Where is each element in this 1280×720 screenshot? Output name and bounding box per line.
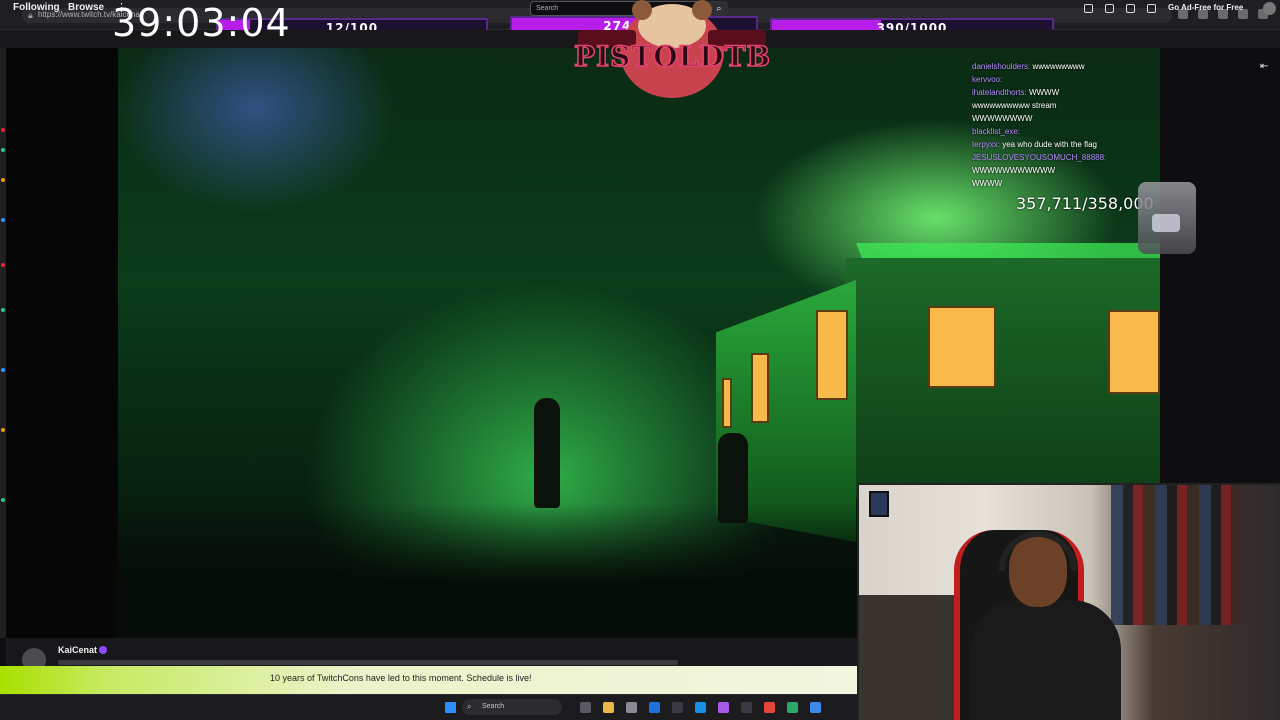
scene-performer bbox=[534, 398, 560, 508]
edge-icon[interactable] bbox=[695, 702, 706, 713]
bits-icon[interactable] bbox=[1147, 4, 1156, 13]
chat-text: wwwwwwwwww stream bbox=[972, 101, 1057, 110]
screen: 🔒︎ https://www.twitch.tv/kaicenat 12/100… bbox=[0, 0, 1280, 720]
sidebar-channel-dot[interactable] bbox=[1, 148, 5, 152]
chat-username[interactable]: blacklist_exe: bbox=[972, 127, 1020, 136]
goal-counter: 357,711/358,000 bbox=[1016, 194, 1154, 213]
nav-icon-group bbox=[1084, 4, 1156, 13]
goal-jar-icon bbox=[1138, 182, 1196, 254]
channel-name[interactable]: KaiCenat bbox=[58, 645, 97, 655]
chat-text: WWWWWWWWWWW bbox=[972, 166, 1056, 175]
sidebar-channel-dot[interactable] bbox=[1, 128, 5, 132]
outlook-icon[interactable] bbox=[649, 702, 660, 713]
app-icon[interactable] bbox=[718, 702, 729, 713]
chat-username[interactable]: kervvoo: bbox=[972, 75, 1002, 84]
app-icon[interactable] bbox=[810, 702, 821, 713]
whispers-icon[interactable] bbox=[1126, 4, 1135, 13]
chat-username[interactable]: danielshoulders: bbox=[972, 62, 1032, 71]
stream-title-placeholder bbox=[58, 660, 678, 665]
scene-window bbox=[928, 306, 996, 388]
collapse-chat-icon[interactable]: ⇤ bbox=[1260, 61, 1268, 72]
chat-username[interactable]: JESUSLOVESYOUSOMUCH_88888: bbox=[972, 153, 1106, 162]
windows-start-icon[interactable] bbox=[445, 702, 456, 713]
sidebar-channel-dot[interactable] bbox=[1, 263, 5, 267]
stream-timer: 39:03:04 bbox=[112, 1, 291, 45]
chat-message: wwwwwwwwww stream bbox=[972, 99, 1152, 112]
chat-text: yea who dude with the flag bbox=[1002, 140, 1097, 149]
webcam-streamer-body bbox=[971, 600, 1121, 720]
task-view-icon[interactable] bbox=[580, 702, 591, 713]
chat-username[interactable]: terpyxx: bbox=[972, 140, 1002, 149]
webcam-picture-frame bbox=[869, 491, 889, 517]
nav-following-link[interactable]: Following bbox=[13, 2, 60, 13]
sidebar-channel-dot[interactable] bbox=[1, 178, 5, 182]
webcam-bed bbox=[859, 595, 959, 720]
verified-badge-icon bbox=[99, 646, 107, 654]
chat-message: WWWWWWWW bbox=[972, 112, 1152, 125]
chat-text: WWWWWWWW bbox=[972, 114, 1033, 123]
go-ad-free-button[interactable]: Go Ad-Free for Free bbox=[1168, 3, 1243, 12]
sidebar-channel-dot[interactable] bbox=[1, 498, 5, 502]
inbox-icon[interactable] bbox=[1105, 4, 1114, 13]
scene-window bbox=[751, 353, 769, 423]
video-letterbox bbox=[6, 48, 118, 638]
file-explorer-icon[interactable] bbox=[603, 702, 614, 713]
chat-message: WWWWWWWWWWW bbox=[972, 164, 1152, 177]
taskbar-search-input[interactable]: Search bbox=[462, 699, 562, 715]
scene-performer bbox=[718, 433, 748, 523]
scene-window bbox=[1108, 310, 1160, 394]
app-icon[interactable] bbox=[626, 702, 637, 713]
chat-message: blacklist_exe: bbox=[972, 125, 1152, 138]
chat-message: kervvoo: bbox=[972, 73, 1152, 86]
twitchcon-banner-text[interactable]: 10 years of TwitchCons have led to this … bbox=[0, 673, 857, 683]
sidebar-channel-dot[interactable] bbox=[1, 308, 5, 312]
chat-message: ihatelandthorts: WWWW bbox=[972, 86, 1152, 99]
chat-overlay: danielshoulders: wwwwwwwww kervvoo: ihate… bbox=[972, 60, 1152, 190]
search-icon: ⌕ bbox=[467, 702, 472, 711]
chat-message: WWWW bbox=[972, 177, 1152, 190]
webcam-clothing-rack bbox=[1111, 485, 1241, 625]
sidebar-channel-dot[interactable] bbox=[1, 368, 5, 372]
taskbar-app-icons bbox=[580, 702, 821, 713]
chrome-icon[interactable] bbox=[764, 702, 775, 713]
sidebar-channel-dot[interactable] bbox=[1, 428, 5, 432]
app-icon[interactable] bbox=[672, 702, 683, 713]
chat-text: WWWW bbox=[1028, 88, 1060, 97]
chat-message: JESUSLOVESYOUSOMUCH_88888: bbox=[972, 151, 1152, 164]
user-avatar[interactable] bbox=[1263, 2, 1276, 15]
chat-text: WWWW bbox=[972, 179, 1003, 188]
nav-browse-link[interactable]: Browse bbox=[68, 2, 104, 13]
scene-window bbox=[722, 378, 732, 428]
app-icon[interactable] bbox=[741, 702, 752, 713]
app-icon[interactable] bbox=[787, 702, 798, 713]
chat-text: wwwwwwwww bbox=[1032, 62, 1085, 71]
scene-window bbox=[816, 310, 848, 400]
sidebar-channel-dot[interactable] bbox=[1, 218, 5, 222]
crown-icon[interactable] bbox=[1084, 4, 1093, 13]
chat-message: danielshoulders: wwwwwwwww bbox=[972, 60, 1152, 73]
webcam-feed bbox=[857, 483, 1280, 720]
chat-username[interactable]: ihatelandthorts: bbox=[972, 88, 1029, 97]
chat-message: terpyxx: yea who dude with the flag bbox=[972, 138, 1152, 151]
logo-wordmark: PISTOLDTB bbox=[573, 39, 772, 74]
